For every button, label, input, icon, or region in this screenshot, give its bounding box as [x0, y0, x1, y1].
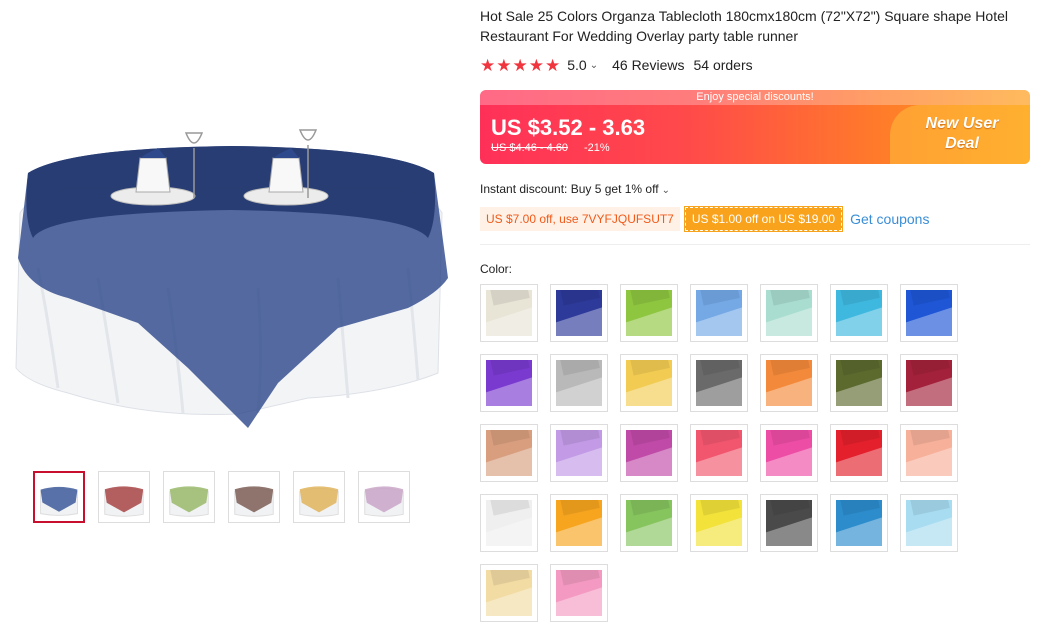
swatch-fabric-image: [696, 360, 742, 406]
store-coupon-code[interactable]: US $7.00 off, use 7VYFJQUFSUT7: [480, 207, 680, 231]
color-swatch[interactable]: [690, 284, 748, 342]
swatch-fabric-image: [836, 360, 882, 406]
chevron-down-icon[interactable]: ⌄: [590, 60, 598, 71]
swatch-fabric-image: [486, 500, 532, 546]
swatch-fabric-image: [626, 360, 672, 406]
color-swatch[interactable]: [550, 564, 608, 622]
color-swatch[interactable]: [830, 284, 888, 342]
star-icon: ★: [512, 55, 528, 75]
swatch-fabric-image: [766, 500, 812, 546]
color-swatch[interactable]: [900, 354, 958, 412]
current-price: US $3.52 - 3.63: [491, 115, 646, 140]
thumbnail-image[interactable]: [98, 471, 150, 523]
color-swatch[interactable]: [550, 494, 608, 552]
instant-discount[interactable]: Instant discount: Buy 5 get 1% off ⌄: [480, 182, 670, 196]
swatch-fabric-image: [836, 500, 882, 546]
swatch-fabric-image: [556, 570, 602, 616]
divider: [480, 244, 1030, 245]
swatch-fabric-image: [906, 290, 952, 336]
thumbnail-image[interactable]: [358, 471, 410, 523]
swatch-fabric-image: [766, 430, 812, 476]
swatch-fabric-image: [906, 360, 952, 406]
color-swatch[interactable]: [760, 494, 818, 552]
swatch-fabric-image: [486, 290, 532, 336]
rating-value[interactable]: 5.0: [567, 57, 586, 73]
swatch-fabric-image: [836, 430, 882, 476]
original-price: US $4.46 - 4.60: [491, 142, 569, 154]
color-swatch[interactable]: [620, 494, 678, 552]
swatch-fabric-image: [766, 360, 812, 406]
swatch-fabric-image: [486, 360, 532, 406]
star-icon: ★: [528, 55, 544, 75]
color-swatch[interactable]: [690, 424, 748, 482]
color-swatch[interactable]: [830, 494, 888, 552]
swatch-fabric-image: [626, 500, 672, 546]
swatch-fabric-image: [626, 430, 672, 476]
color-swatch[interactable]: [480, 424, 538, 482]
color-swatch[interactable]: [480, 564, 538, 622]
reviews-link[interactable]: 46 Reviews: [612, 57, 684, 73]
swatch-fabric-image: [836, 290, 882, 336]
swatch-fabric-image: [696, 290, 742, 336]
thumbnail-image[interactable]: [228, 471, 280, 523]
swatch-fabric-image: [626, 290, 672, 336]
color-swatch[interactable]: [760, 424, 818, 482]
swatch-fabric-image: [556, 290, 602, 336]
thumbnail-image[interactable]: [163, 471, 215, 523]
rating-row: ★ ★ ★ ★ ★ 5.0 ⌄ 46 Reviews 54 orders: [480, 55, 753, 75]
thumbnail-image[interactable]: [33, 471, 85, 523]
swatch-fabric-image: [696, 500, 742, 546]
star-icon: ★: [545, 55, 561, 75]
color-swatch[interactable]: [550, 354, 608, 412]
color-swatch[interactable]: [900, 494, 958, 552]
star-rating: ★ ★ ★ ★ ★: [480, 57, 560, 74]
main-product-image: [15, 129, 448, 428]
swatch-fabric-image: [486, 570, 532, 616]
color-swatch[interactable]: [900, 284, 958, 342]
color-swatch[interactable]: [480, 284, 538, 342]
coupons-row: US $7.00 off, use 7VYFJQUFSUT7 US $1.00 …: [480, 206, 929, 232]
color-swatch[interactable]: [900, 424, 958, 482]
price-banner[interactable]: Enjoy special discounts! US $3.52 - 3.63…: [480, 90, 1030, 164]
color-swatch[interactable]: [690, 354, 748, 412]
color-swatch[interactable]: [550, 424, 608, 482]
discount-percent: -21%: [584, 142, 610, 154]
swatch-fabric-image: [556, 430, 602, 476]
star-icon: ★: [496, 55, 512, 75]
color-swatch[interactable]: [830, 424, 888, 482]
star-icon: ★: [480, 55, 496, 75]
swatch-fabric-image: [696, 430, 742, 476]
swatch-fabric-image: [906, 500, 952, 546]
color-swatch[interactable]: [760, 284, 818, 342]
new-user-deal-label: New User Deal: [925, 115, 999, 152]
store-coupon[interactable]: US $1.00 off on US $19.00: [683, 206, 844, 232]
color-swatch[interactable]: [690, 494, 748, 552]
color-label: Color:: [480, 262, 513, 276]
thumbnail-image[interactable]: [293, 471, 345, 523]
product-title: Hot Sale 25 Colors Organza Tablecloth 18…: [480, 8, 1008, 44]
swatch-fabric-image: [486, 430, 532, 476]
color-swatch[interactable]: [830, 354, 888, 412]
instant-discount-text: Instant discount: Buy 5 get 1% off: [480, 182, 659, 196]
promo-strip: Enjoy special discounts!: [480, 90, 1030, 105]
color-swatch[interactable]: [620, 424, 678, 482]
color-swatch[interactable]: [480, 354, 538, 412]
chevron-down-icon: ⌄: [661, 185, 670, 196]
orders-count: 54 orders: [693, 57, 753, 73]
swatch-fabric-image: [766, 290, 812, 336]
color-swatch[interactable]: [550, 284, 608, 342]
color-swatch[interactable]: [620, 284, 678, 342]
swatch-fabric-image: [906, 430, 952, 476]
swatch-fabric-image: [556, 500, 602, 546]
color-swatch[interactable]: [480, 494, 538, 552]
get-coupons-link[interactable]: Get coupons: [850, 211, 929, 227]
color-swatch[interactable]: [620, 354, 678, 412]
color-swatch[interactable]: [760, 354, 818, 412]
swatch-fabric-image: [556, 360, 602, 406]
